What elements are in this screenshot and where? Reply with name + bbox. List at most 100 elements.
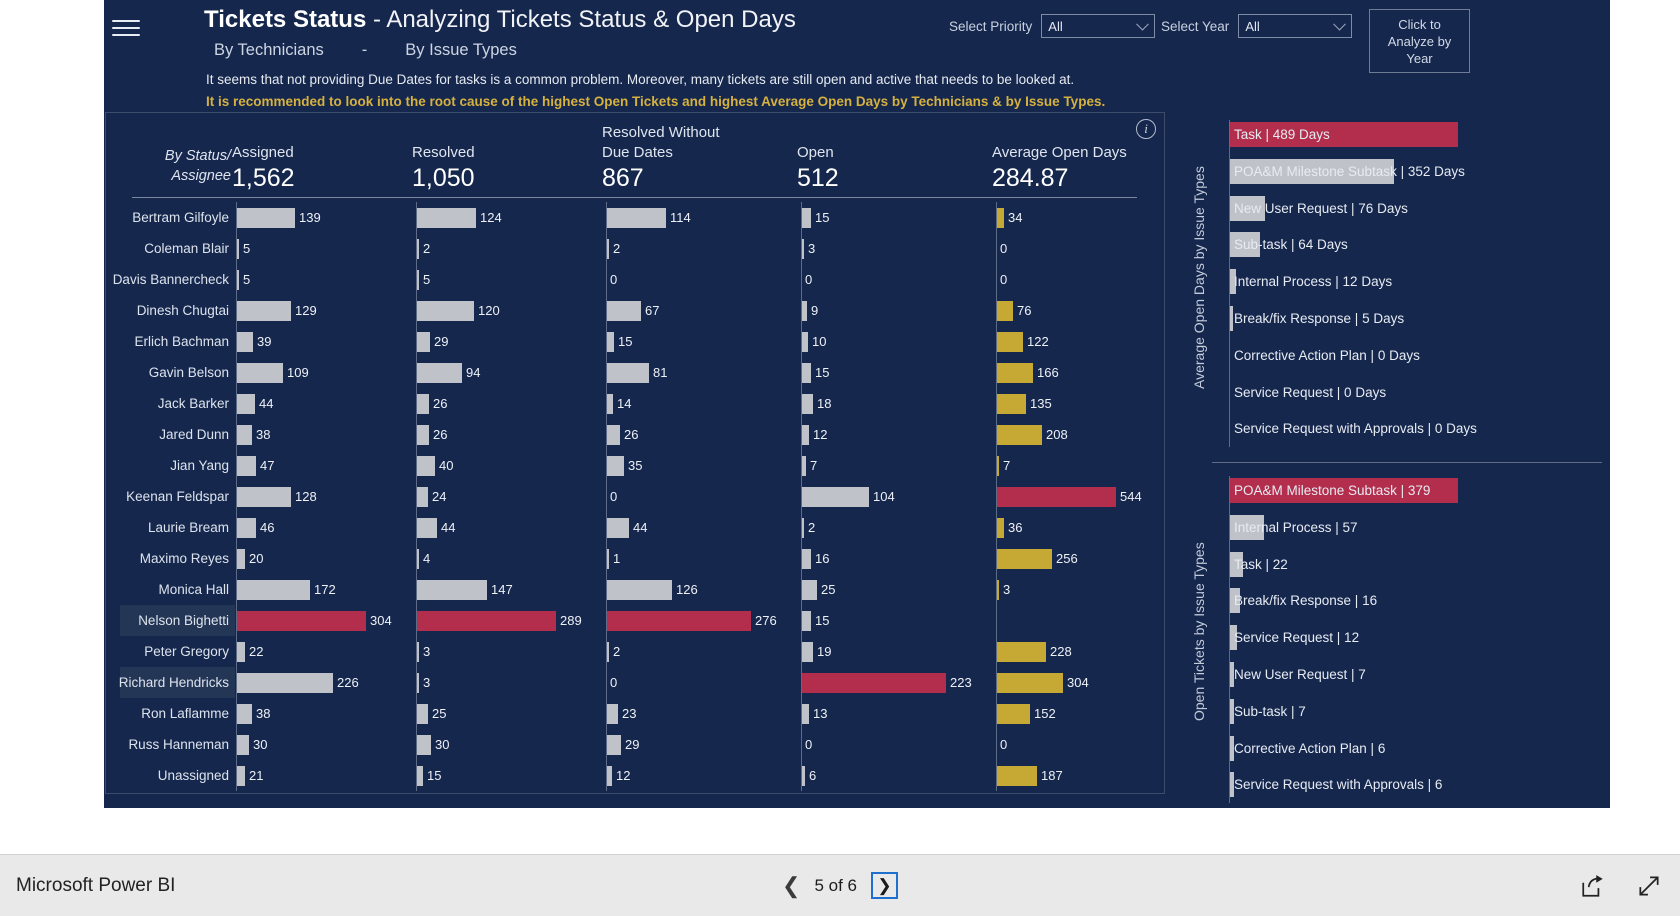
list-item[interactable]: Internal Process | 57 [1230, 511, 1604, 548]
table-row[interactable]: Unassigned 21 15 12 6 187 [106, 760, 1164, 791]
table-cell[interactable]: 544 [996, 481, 1161, 512]
table-cell[interactable]: 2 [606, 636, 796, 667]
table-row[interactable]: Dinesh Chugtai 129 120 67 9 76 [106, 295, 1164, 326]
table-cell[interactable]: 208 [996, 419, 1161, 450]
table-cell[interactable]: 3 [801, 233, 991, 264]
table-cell[interactable]: 15 [801, 202, 991, 233]
table-cell[interactable]: 39 [236, 326, 411, 357]
row-label[interactable]: Dinesh Chugtai [120, 295, 235, 326]
table-cell[interactable]: 166 [996, 357, 1161, 388]
table-cell[interactable]: 1 [606, 543, 796, 574]
table-row[interactable]: Bertram Gilfoyle 139 124 114 15 34 [106, 202, 1164, 233]
table-cell[interactable]: 256 [996, 543, 1161, 574]
row-label[interactable]: Davis Bannercheck [113, 264, 235, 295]
list-item[interactable]: POA&M Milestone Subtask | 352 Days [1230, 155, 1604, 192]
table-row[interactable]: Monica Hall 172 147 126 25 3 [106, 574, 1164, 605]
table-cell[interactable]: 129 [236, 295, 411, 326]
list-item[interactable]: Task | 489 Days [1230, 118, 1604, 155]
table-cell[interactable]: 9 [801, 295, 991, 326]
table-cell[interactable]: 24 [416, 481, 601, 512]
table-cell[interactable]: 139 [236, 202, 411, 233]
fullscreen-icon[interactable] [1636, 873, 1662, 899]
table-cell[interactable]: 47 [236, 450, 411, 481]
row-label[interactable]: Coleman Blair [120, 233, 235, 264]
table-cell[interactable]: 36 [996, 512, 1161, 543]
table-cell[interactable]: 15 [416, 760, 601, 791]
table-row[interactable]: Peter Gregory 22 3 2 19 228 [106, 636, 1164, 667]
table-cell[interactable]: 128 [236, 481, 411, 512]
table-cell[interactable]: 0 [606, 481, 796, 512]
table-cell[interactable]: 0 [801, 264, 991, 295]
table-cell[interactable]: 25 [801, 574, 991, 605]
table-cell[interactable]: 18 [801, 388, 991, 419]
table-row[interactable]: Jared Dunn 38 26 26 12 208 [106, 419, 1164, 450]
table-row[interactable]: Gavin Belson 109 94 81 15 166 [106, 357, 1164, 388]
row-label[interactable]: Nelson Bighetti [120, 605, 235, 636]
table-cell[interactable]: 94 [416, 357, 601, 388]
table-cell[interactable]: 124 [416, 202, 601, 233]
list-item[interactable]: Break/fix Response | 5 Days [1230, 302, 1604, 339]
table-cell[interactable]: 126 [606, 574, 796, 605]
list-item[interactable]: Break/fix Response | 16 [1230, 584, 1604, 621]
table-cell[interactable]: 6 [801, 760, 991, 791]
row-label[interactable]: Bertram Gilfoyle [120, 202, 235, 233]
table-cell[interactable]: 21 [236, 760, 411, 791]
list-item[interactable]: Service Request | 12 [1230, 621, 1604, 658]
table-cell[interactable]: 2 [606, 233, 796, 264]
list-item[interactable]: Corrective Action Plan | 0 Days [1230, 339, 1604, 376]
table-cell[interactable]: 7 [996, 450, 1161, 481]
priority-slicer[interactable]: Select Priority All [949, 14, 1156, 38]
table-cell[interactable]: 2 [416, 233, 601, 264]
table-cell[interactable]: 44 [236, 388, 411, 419]
table-cell[interactable]: 152 [996, 698, 1161, 729]
row-label[interactable]: Monica Hall [120, 574, 235, 605]
table-cell[interactable]: 223 [801, 667, 991, 698]
table-cell[interactable]: 23 [606, 698, 796, 729]
table-row[interactable]: Laurie Bream 46 44 44 2 36 [106, 512, 1164, 543]
table-cell[interactable]: 19 [801, 636, 991, 667]
table-cell[interactable]: 109 [236, 357, 411, 388]
table-row[interactable]: Ron Laflamme 38 25 23 13 152 [106, 698, 1164, 729]
table-cell[interactable]: 5 [236, 233, 411, 264]
table-cell[interactable]: 0 [606, 264, 796, 295]
table-cell[interactable]: 34 [996, 202, 1161, 233]
row-label[interactable]: Jared Dunn [120, 419, 235, 450]
table-cell[interactable]: 2 [801, 512, 991, 543]
table-cell[interactable]: 20 [236, 543, 411, 574]
table-cell[interactable]: 15 [606, 326, 796, 357]
table-cell[interactable] [996, 605, 1161, 636]
table-cell[interactable]: 76 [996, 295, 1161, 326]
table-cell[interactable]: 3 [996, 574, 1161, 605]
table-cell[interactable]: 0 [996, 264, 1161, 295]
table-row[interactable]: Jian Yang 47 40 35 7 7 [106, 450, 1164, 481]
row-label[interactable]: Maximo Reyes [120, 543, 235, 574]
table-cell[interactable]: 81 [606, 357, 796, 388]
row-label[interactable]: Jian Yang [120, 450, 235, 481]
hamburger-icon[interactable] [108, 12, 144, 44]
row-label[interactable]: Gavin Belson [120, 357, 235, 388]
table-cell[interactable]: 30 [416, 729, 601, 760]
table-cell[interactable]: 5 [416, 264, 601, 295]
table-cell[interactable]: 26 [416, 419, 601, 450]
table-cell[interactable]: 3 [416, 667, 601, 698]
table-cell[interactable]: 0 [606, 667, 796, 698]
table-cell[interactable]: 40 [416, 450, 601, 481]
row-label[interactable]: Richard Hendricks [119, 667, 235, 698]
list-item[interactable]: Service Request with Approvals | 6 [1230, 768, 1604, 805]
table-row[interactable]: Coleman Blair 5 2 2 3 0 [106, 233, 1164, 264]
row-label[interactable]: Erlich Bachman [120, 326, 235, 357]
table-cell[interactable]: 26 [606, 419, 796, 450]
table-cell[interactable]: 187 [996, 760, 1161, 791]
list-item[interactable]: POA&M Milestone Subtask | 379 [1230, 474, 1604, 511]
chevron-right-icon[interactable]: ❯ [870, 872, 898, 899]
table-cell[interactable]: 7 [801, 450, 991, 481]
table-cell[interactable]: 304 [996, 667, 1161, 698]
table-cell[interactable]: 147 [416, 574, 601, 605]
row-label[interactable]: Russ Hanneman [120, 729, 235, 760]
analyze-by-year-button[interactable]: Click to Analyze by Year [1369, 9, 1470, 73]
list-item[interactable]: Sub-task | 64 Days [1230, 228, 1604, 265]
table-cell[interactable]: 104 [801, 481, 991, 512]
share-icon[interactable] [1580, 873, 1606, 899]
table-cell[interactable]: 226 [236, 667, 411, 698]
table-cell[interactable]: 35 [606, 450, 796, 481]
